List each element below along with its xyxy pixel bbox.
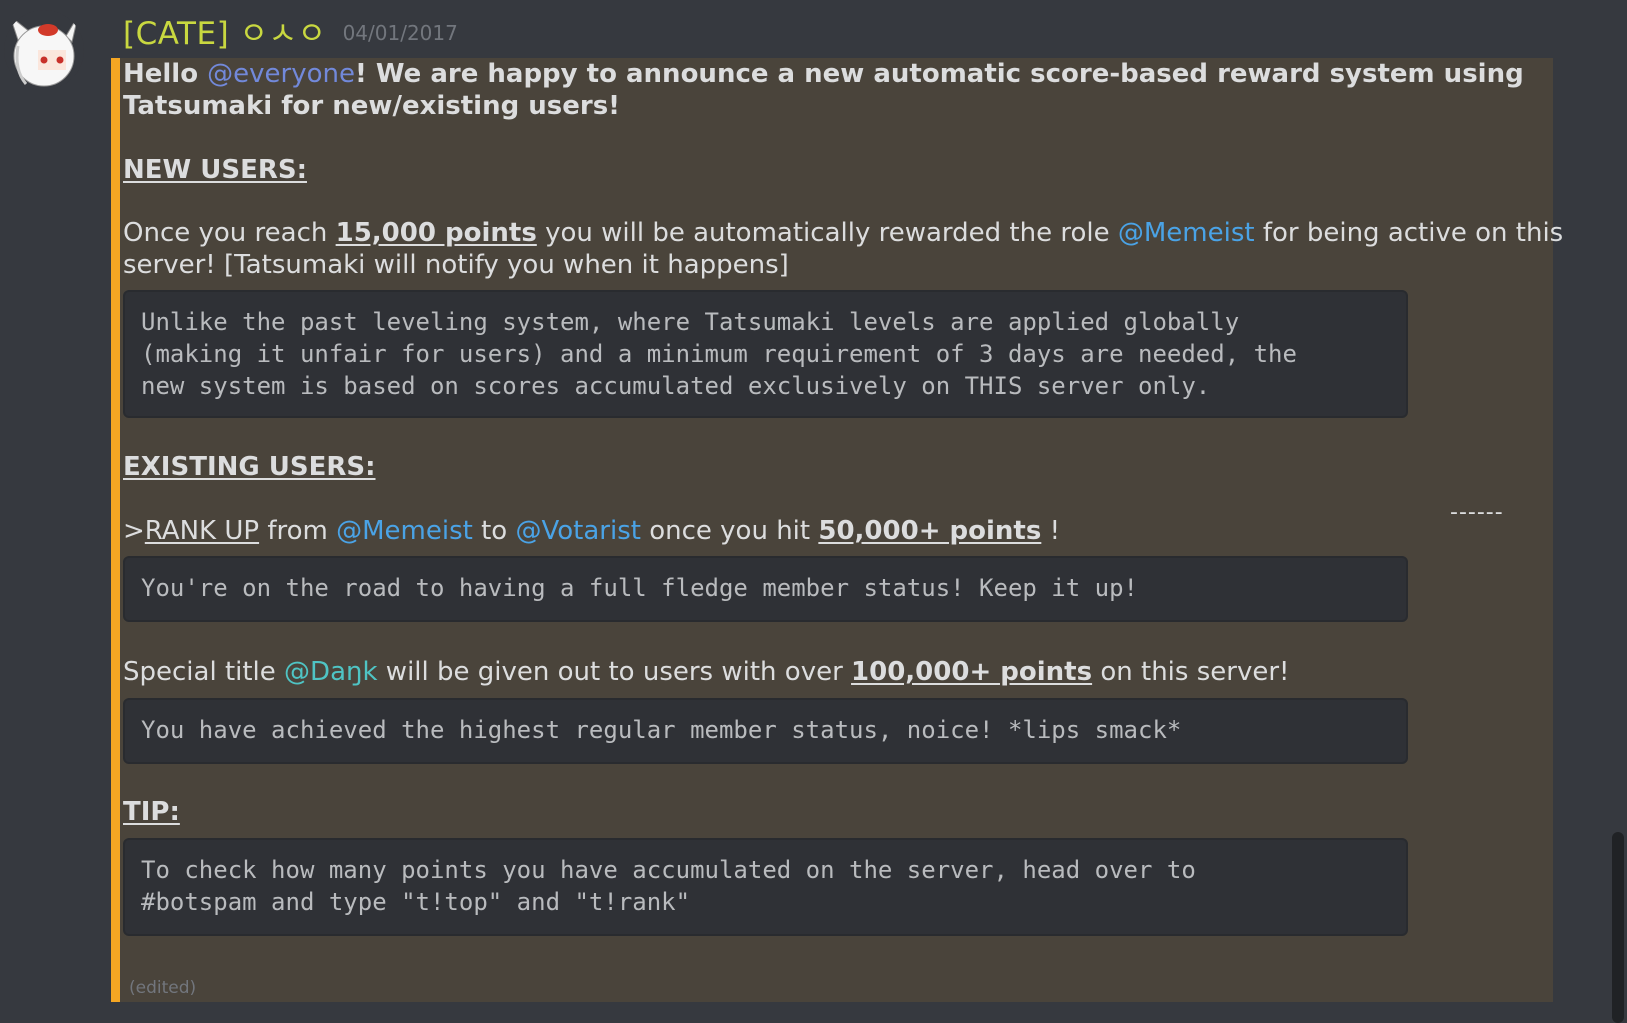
code-block-highest: You have achieved the highest regular me…	[123, 698, 1408, 764]
rank-to-text: to	[472, 516, 516, 546]
mention-accent-bar	[111, 58, 120, 1002]
points-50000: 50,000+ points	[818, 516, 1042, 546]
role-dank-mention[interactable]: @Daŋk	[284, 657, 378, 687]
special-text-b: will be given out to users with over	[377, 657, 852, 687]
tip-heading: TIP:	[123, 797, 180, 827]
new-users-text-b: you will be automatically rewarded the r…	[536, 218, 1118, 248]
code-block-leveling: Unlike the past leveling system, where T…	[123, 290, 1408, 418]
intro-line-2: Tatsumaki for new/existing users!	[123, 91, 621, 121]
rank-hit-text: once you hit	[640, 516, 819, 546]
existing-users-heading: EXISTING USERS:	[123, 452, 376, 482]
message-header: [CATE] ㅇㅅㅇ 04/01/2017	[123, 8, 458, 52]
code-block-road: You're on the road to having a full fled…	[123, 556, 1408, 622]
role-votarist-mention[interactable]: @Votarist	[515, 516, 640, 546]
author-name[interactable]: [CATE] ㅇㅅㅇ	[123, 8, 327, 53]
rank-up-text: RANK UP	[144, 516, 260, 546]
special-text-c: on this server!	[1092, 657, 1290, 687]
points-15000: 15,000 points	[335, 218, 537, 248]
intro-rest: ! We are happy to announce a new automat…	[354, 59, 1524, 89]
scrollbar-thumb[interactable]	[1612, 832, 1624, 1023]
rank-from-text: from	[259, 516, 337, 546]
new-users-text-a: Once you reach	[123, 218, 336, 248]
intro-hello: Hello	[123, 59, 208, 89]
edited-label: (edited)	[129, 978, 197, 998]
role-memeist-mention[interactable]: @Memeist	[1118, 218, 1255, 248]
role-memeist-mention-2[interactable]: @Memeist	[336, 516, 473, 546]
dashes-text: ------	[1450, 500, 1504, 525]
rank-prefix: >	[123, 516, 145, 546]
new-users-line-2: server! [Tatsumaki will notify you when …	[123, 250, 789, 280]
avatar-image	[4, 10, 84, 90]
rank-up-line: >RANK UP from @Memeist to @Votarist once…	[123, 515, 1060, 548]
points-100000: 100,000+ points	[851, 657, 1093, 687]
new-users-heading: NEW USERS:	[123, 155, 307, 185]
rank-end-text: !	[1041, 516, 1061, 546]
new-users-text-c: for being active on this	[1254, 218, 1564, 248]
everyone-mention[interactable]: @everyone	[207, 59, 355, 89]
special-text-a: Special title	[123, 657, 285, 687]
code-block-tip: To check how many points you have accumu…	[123, 838, 1408, 936]
special-title-line: Special title @Daŋk will be given out to…	[123, 656, 1289, 689]
new-users-line-1: Once you reach 15,000 points you will be…	[123, 217, 1563, 250]
message-timestamp[interactable]: 04/01/2017	[343, 21, 458, 45]
avatar[interactable]	[4, 10, 84, 90]
intro-line-1: Hello @everyone! We are happy to announc…	[123, 58, 1524, 91]
